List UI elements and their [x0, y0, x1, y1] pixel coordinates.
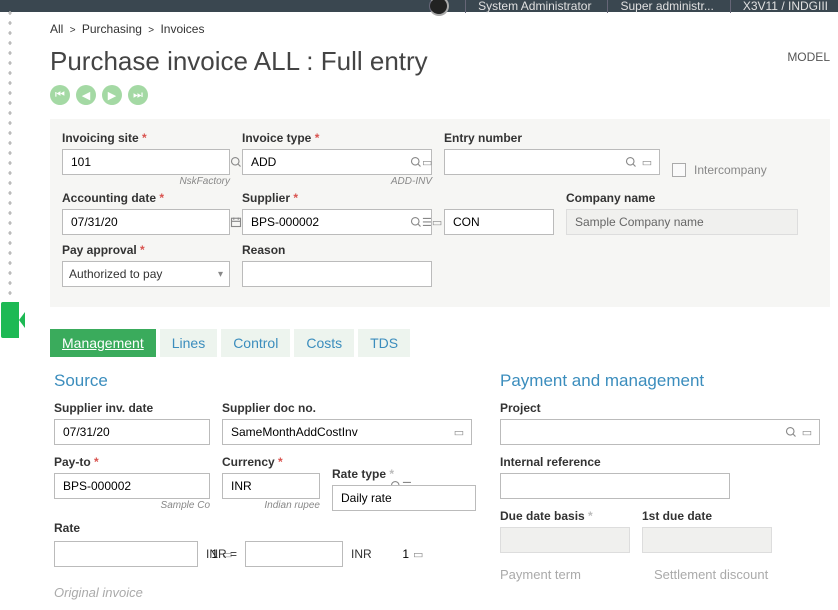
rate-eq-input[interactable]: ▭ [245, 541, 343, 567]
chevron-right-icon: > [148, 25, 154, 36]
card-icon[interactable]: ▭ [422, 154, 432, 170]
rate-input[interactable]: ▭ [54, 541, 198, 567]
rate-eq-suffix: INR [351, 547, 372, 561]
source-heading: Source [54, 371, 476, 391]
invoice-type-input[interactable]: ▭ [242, 149, 432, 175]
top-bar: System Administrator Super administr... … [0, 0, 838, 12]
first-due-label: 1st due date [642, 509, 772, 523]
intercompany-label: Intercompany [694, 163, 767, 177]
tab-lines[interactable]: Lines [160, 329, 217, 357]
currency-label: Currency [222, 455, 320, 469]
invoicing-site-input[interactable]: ☰ ▭ [62, 149, 230, 175]
supplier-inv-date-input[interactable] [54, 419, 210, 445]
payto-input[interactable]: ☰ ▭ [54, 473, 210, 499]
breadcrumb-invoices[interactable]: Invoices [160, 22, 204, 36]
payment-term-heading: Payment term [500, 567, 642, 582]
payment-heading: Payment and management [500, 371, 820, 391]
card-icon[interactable]: ▭ [451, 424, 467, 440]
header-section: Invoicing site ☰ ▭ NskFactory Invoice ty… [50, 119, 830, 307]
reason-input[interactable] [242, 261, 432, 287]
model-label: MODEL [787, 50, 830, 64]
first-due-input [642, 527, 772, 553]
company-name-input [566, 209, 798, 235]
due-date-basis-input [500, 527, 630, 553]
supplier-doc-no-label: Supplier doc no. [222, 401, 472, 415]
rate-type-input[interactable] [332, 485, 476, 511]
next-record-button[interactable]: ▶ [102, 85, 122, 105]
tab-management[interactable]: Management [50, 329, 156, 357]
last-record-button[interactable]: ⏭ [128, 85, 148, 105]
entry-number-input[interactable]: ▭ [444, 149, 660, 175]
due-date-basis-label: Due date basis [500, 509, 630, 523]
search-icon[interactable] [410, 214, 422, 230]
invoice-type-hint: ADD-INV [242, 176, 432, 187]
search-icon[interactable] [230, 154, 242, 170]
pay-approval-select[interactable]: Authorized to pay ▾ [62, 261, 230, 287]
payto-label: Pay-to [54, 455, 210, 469]
currency-input[interactable]: ☰ ▭ [222, 473, 320, 499]
tab-control[interactable]: Control [221, 329, 290, 357]
supplier-label: Supplier [242, 191, 432, 205]
company-name-label: Company name [566, 191, 798, 205]
breadcrumb: All > Purchasing > Invoices [50, 18, 838, 46]
tab-tds[interactable]: TDS [358, 329, 410, 357]
pay-approval-label: Pay approval [62, 243, 230, 257]
card-icon[interactable]: ▭ [639, 154, 655, 170]
chevron-right-icon: > [70, 25, 76, 36]
payto-hint: Sample Co [54, 500, 210, 511]
invoice-type-label: Invoice type [242, 131, 432, 145]
accounting-date-input[interactable] [62, 209, 230, 235]
breadcrumb-all[interactable]: All [50, 22, 63, 36]
calendar-icon[interactable] [230, 214, 242, 230]
project-input[interactable]: ▭ [500, 419, 820, 445]
supplier-inv-date-label: Supplier inv. date [54, 401, 210, 415]
invoicing-site-hint: NskFactory [62, 176, 230, 187]
card-icon[interactable]: ▭ [799, 424, 815, 440]
project-label: Project [500, 401, 820, 415]
supplier-code-input[interactable]: ▭ [444, 209, 554, 235]
intercompany-checkbox[interactable] [672, 163, 686, 177]
first-record-button[interactable]: ⏮ [50, 85, 70, 105]
chevron-down-icon: ▾ [218, 269, 223, 280]
search-icon[interactable] [623, 154, 639, 170]
internal-ref-input[interactable] [500, 473, 730, 499]
prev-record-button[interactable]: ◀ [76, 85, 96, 105]
management-panel: Source Supplier inv. date Supplier doc n… [50, 357, 830, 610]
accounting-date-label: Accounting date [62, 191, 230, 205]
rate-eq-prefix: INR = [206, 547, 237, 561]
internal-ref-label: Internal reference [500, 455, 730, 469]
original-invoice-heading: Original invoice [54, 585, 476, 600]
page-title: Purchase invoice ALL : Full entry [50, 46, 428, 77]
invoicing-site-label: Invoicing site [62, 131, 230, 145]
search-icon[interactable] [783, 424, 799, 440]
supplier-doc-no-input[interactable]: ▭ [222, 419, 472, 445]
settlement-discount-heading: Settlement discount [654, 567, 768, 582]
action-icon[interactable]: ☰ [422, 214, 432, 230]
entry-number-label: Entry number [444, 131, 660, 145]
reason-label: Reason [242, 243, 432, 257]
tab-costs[interactable]: Costs [294, 329, 354, 357]
supplier-input[interactable]: ☰ ▭ [242, 209, 432, 235]
search-icon[interactable] [410, 154, 422, 170]
tabs: Management Lines Control Costs TDS [50, 329, 838, 357]
rate-type-label: Rate type [332, 467, 476, 481]
card-icon[interactable]: ▭ [413, 546, 423, 562]
record-nav: ⏮ ◀ ▶ ⏭ [50, 85, 838, 105]
rate-label: Rate [54, 521, 80, 535]
breadcrumb-purchasing[interactable]: Purchasing [82, 22, 142, 36]
currency-hint: Indian rupee [222, 500, 320, 511]
card-icon[interactable]: ▭ [432, 214, 442, 230]
